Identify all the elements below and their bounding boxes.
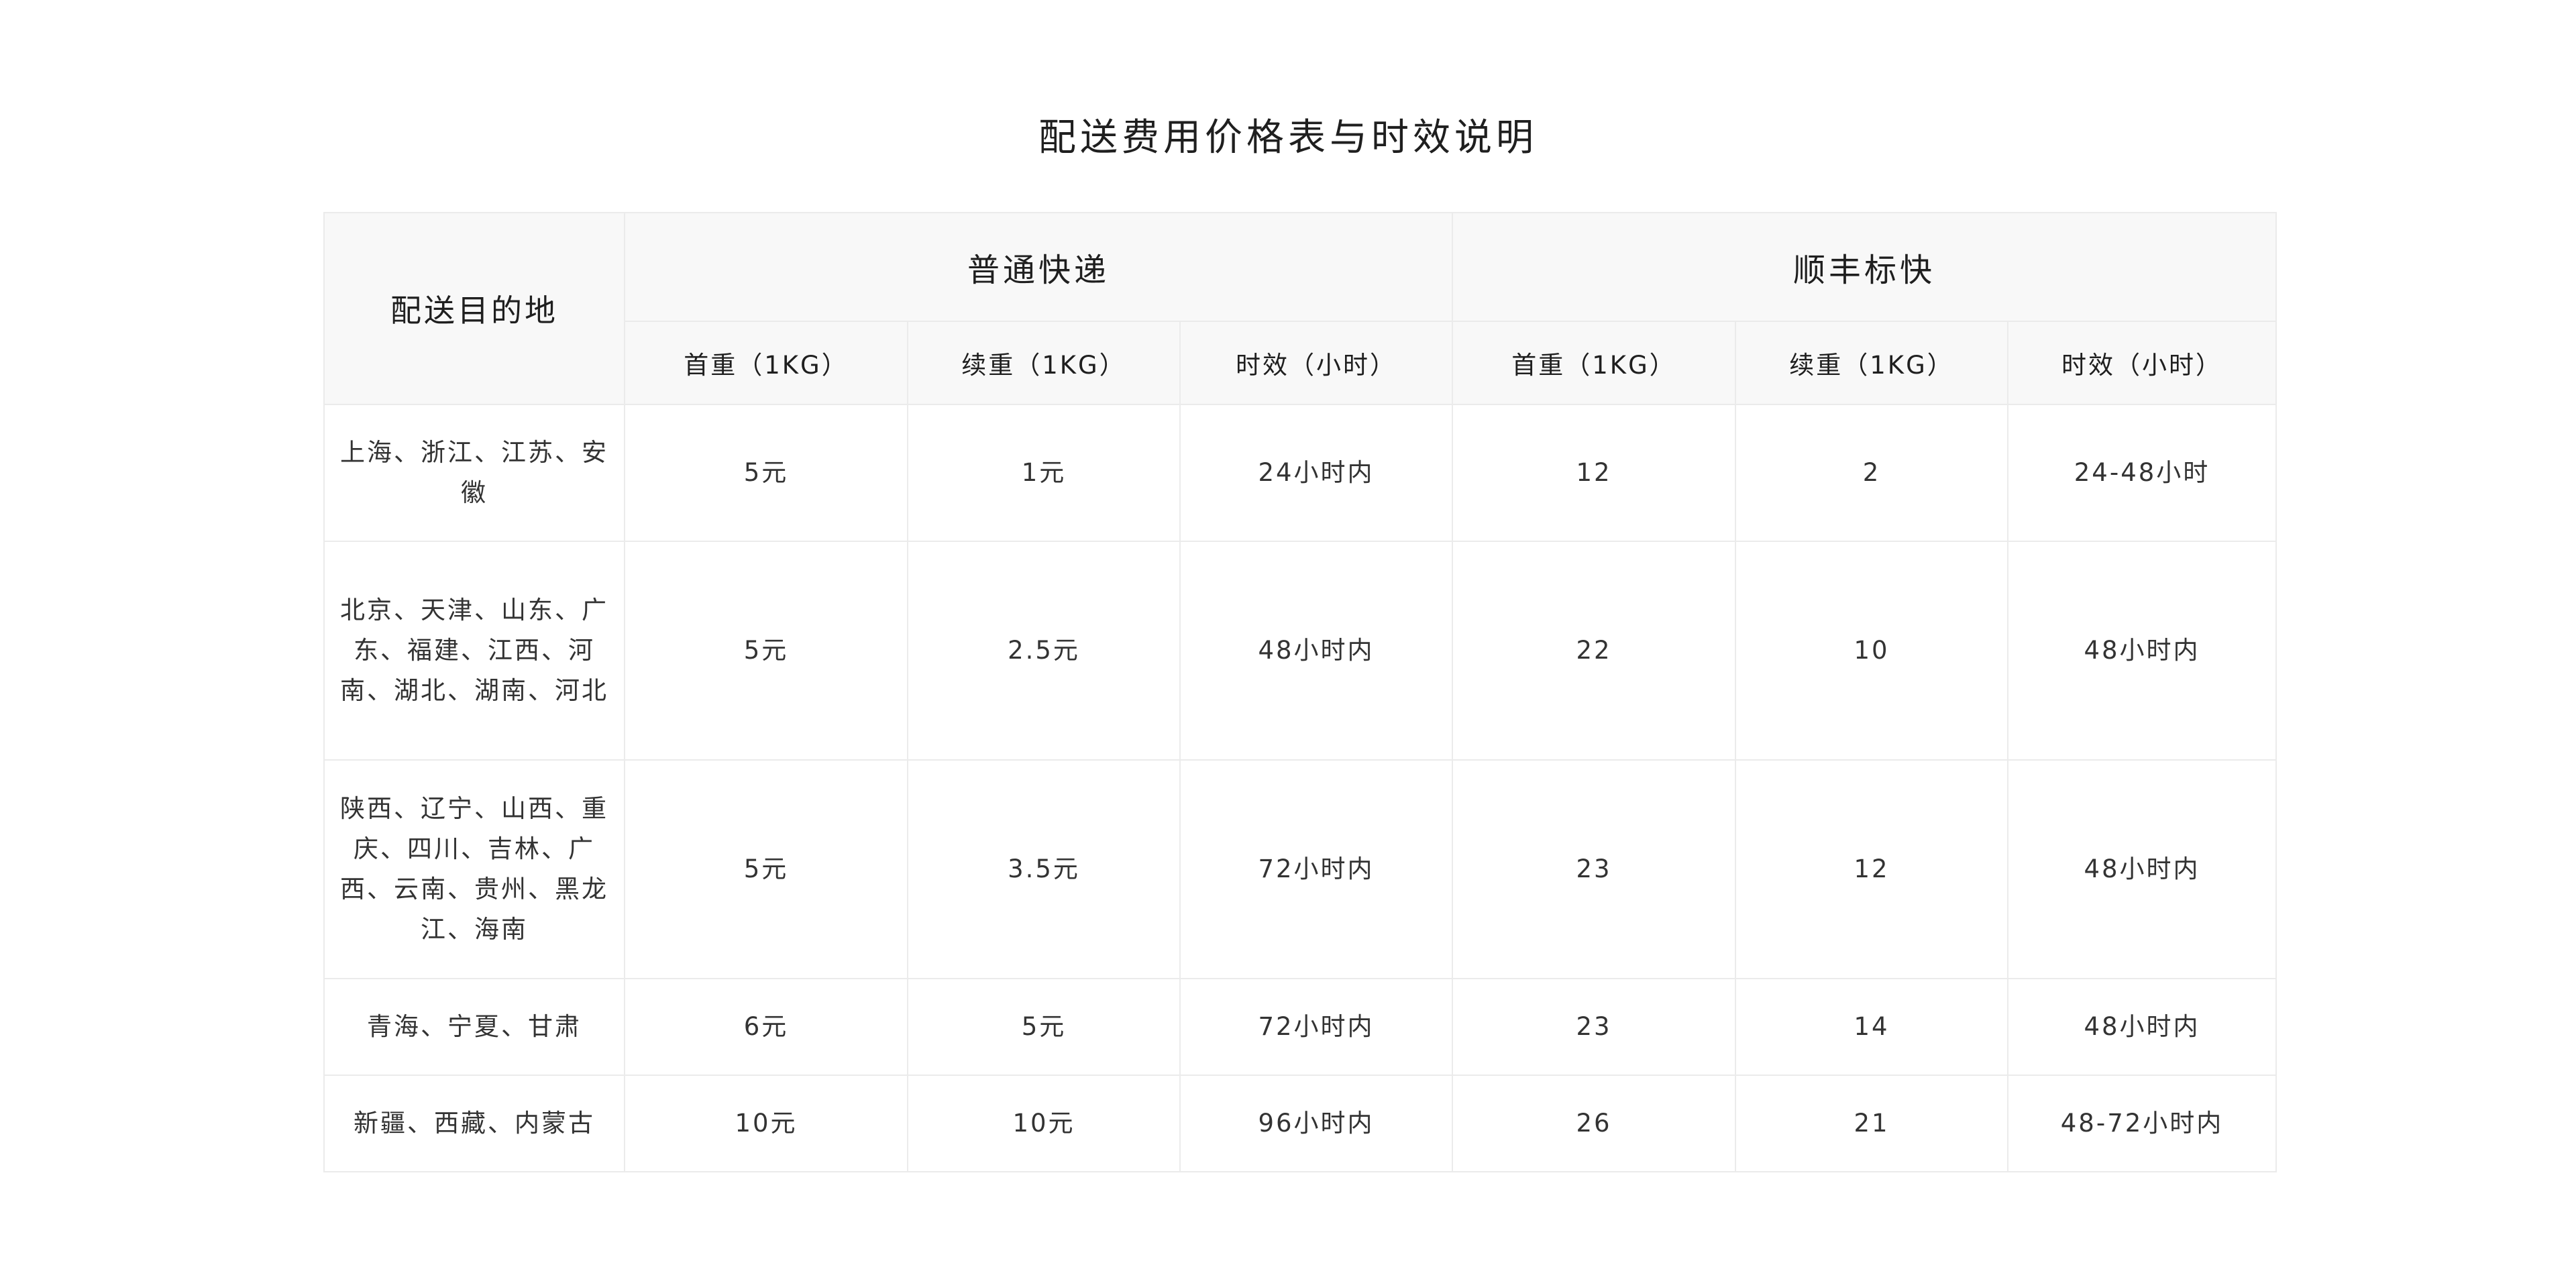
table-cell: 48小时内 [2007,759,2277,979]
table-cell: 5元 [624,404,908,542]
table-cell: 10元 [624,1075,908,1172]
destination-cell: 青海、宁夏、甘肃 [323,978,625,1076]
table-cell: 2.5元 [907,541,1181,761]
column-header-delivery-time: 时效（小时） [2007,321,2277,405]
destination-cell: 陕西、辽宁、山西、重庆、四川、吉林、广西、云南、贵州、黑龙江、海南 [323,759,625,979]
column-header-extra-weight: 续重（1KG） [1735,321,2009,405]
page-title: 配送费用价格表与时效说明 [1038,116,1538,160]
table-cell: 5元 [624,759,908,979]
page: 配送费用价格表与时效说明 配送目的地 普通快递 顺丰标快 首重（1KG） 续重（… [0,0,2576,1265]
destination-cell: 上海、浙江、江苏、安徽 [323,404,625,542]
table-cell: 48小时内 [1179,541,1454,761]
table-cell: 5元 [624,541,908,761]
header-row-groups: 配送目的地 普通快递 顺丰标快 [323,212,2277,405]
table-cell: 21 [1735,1075,2009,1172]
table-cell: 5元 [907,978,1181,1076]
destination-cell: 北京、天津、山东、广东、福建、江西、河南、湖北、湖南、河北 [323,541,625,761]
table-row: 上海、浙江、江苏、安徽 5元 1元 24小时内 12 2 24-48小时 [323,404,2277,542]
price-table: 配送目的地 普通快递 顺丰标快 首重（1KG） 续重（1KG） 时效（小时） 首… [323,212,2277,1172]
table-cell: 12 [1735,759,2009,979]
column-header-first-weight: 首重（1KG） [624,321,908,405]
table-cell: 3.5元 [907,759,1181,979]
table-cell: 22 [1452,541,1737,761]
table-cell: 48小时内 [2007,978,2277,1076]
table-cell: 23 [1452,759,1737,979]
table-row: 陕西、辽宁、山西、重庆、四川、吉林、广西、云南、贵州、黑龙江、海南 5元 3.5… [323,759,2277,979]
group-header-sf-express: 顺丰标快 [1452,212,2277,322]
table-cell: 14 [1735,978,2009,1076]
table-cell: 23 [1452,978,1737,1076]
table-cell: 48-72小时内 [2007,1075,2277,1172]
table-cell: 24小时内 [1179,404,1454,542]
table-row: 北京、天津、山东、广东、福建、江西、河南、湖北、湖南、河北 5元 2.5元 48… [323,541,2277,761]
table-cell: 6元 [624,978,908,1076]
table-row: 新疆、西藏、内蒙古 10元 10元 96小时内 26 21 48-72小时内 [323,1075,2277,1172]
table-cell: 2 [1735,404,2009,542]
table-cell: 72小时内 [1179,759,1454,979]
table-cell: 24-48小时 [2007,404,2277,542]
column-header-first-weight: 首重（1KG） [1452,321,1737,405]
table-cell: 10 [1735,541,2009,761]
table-row: 青海、宁夏、甘肃 6元 5元 72小时内 23 14 48小时内 [323,978,2277,1076]
table-cell: 10元 [907,1075,1181,1172]
table-cell: 26 [1452,1075,1737,1172]
table-cell: 12 [1452,404,1737,542]
table-cell: 96小时内 [1179,1075,1454,1172]
destination-header: 配送目的地 [323,212,625,405]
group-header-standard-express: 普通快递 [623,212,1454,322]
table-cell: 72小时内 [1179,978,1454,1076]
column-header-delivery-time: 时效（小时） [1179,321,1454,405]
destination-cell: 新疆、西藏、内蒙古 [323,1075,625,1172]
table-cell: 48小时内 [2007,541,2277,761]
column-header-extra-weight: 续重（1KG） [907,321,1181,405]
table-cell: 1元 [907,404,1181,542]
